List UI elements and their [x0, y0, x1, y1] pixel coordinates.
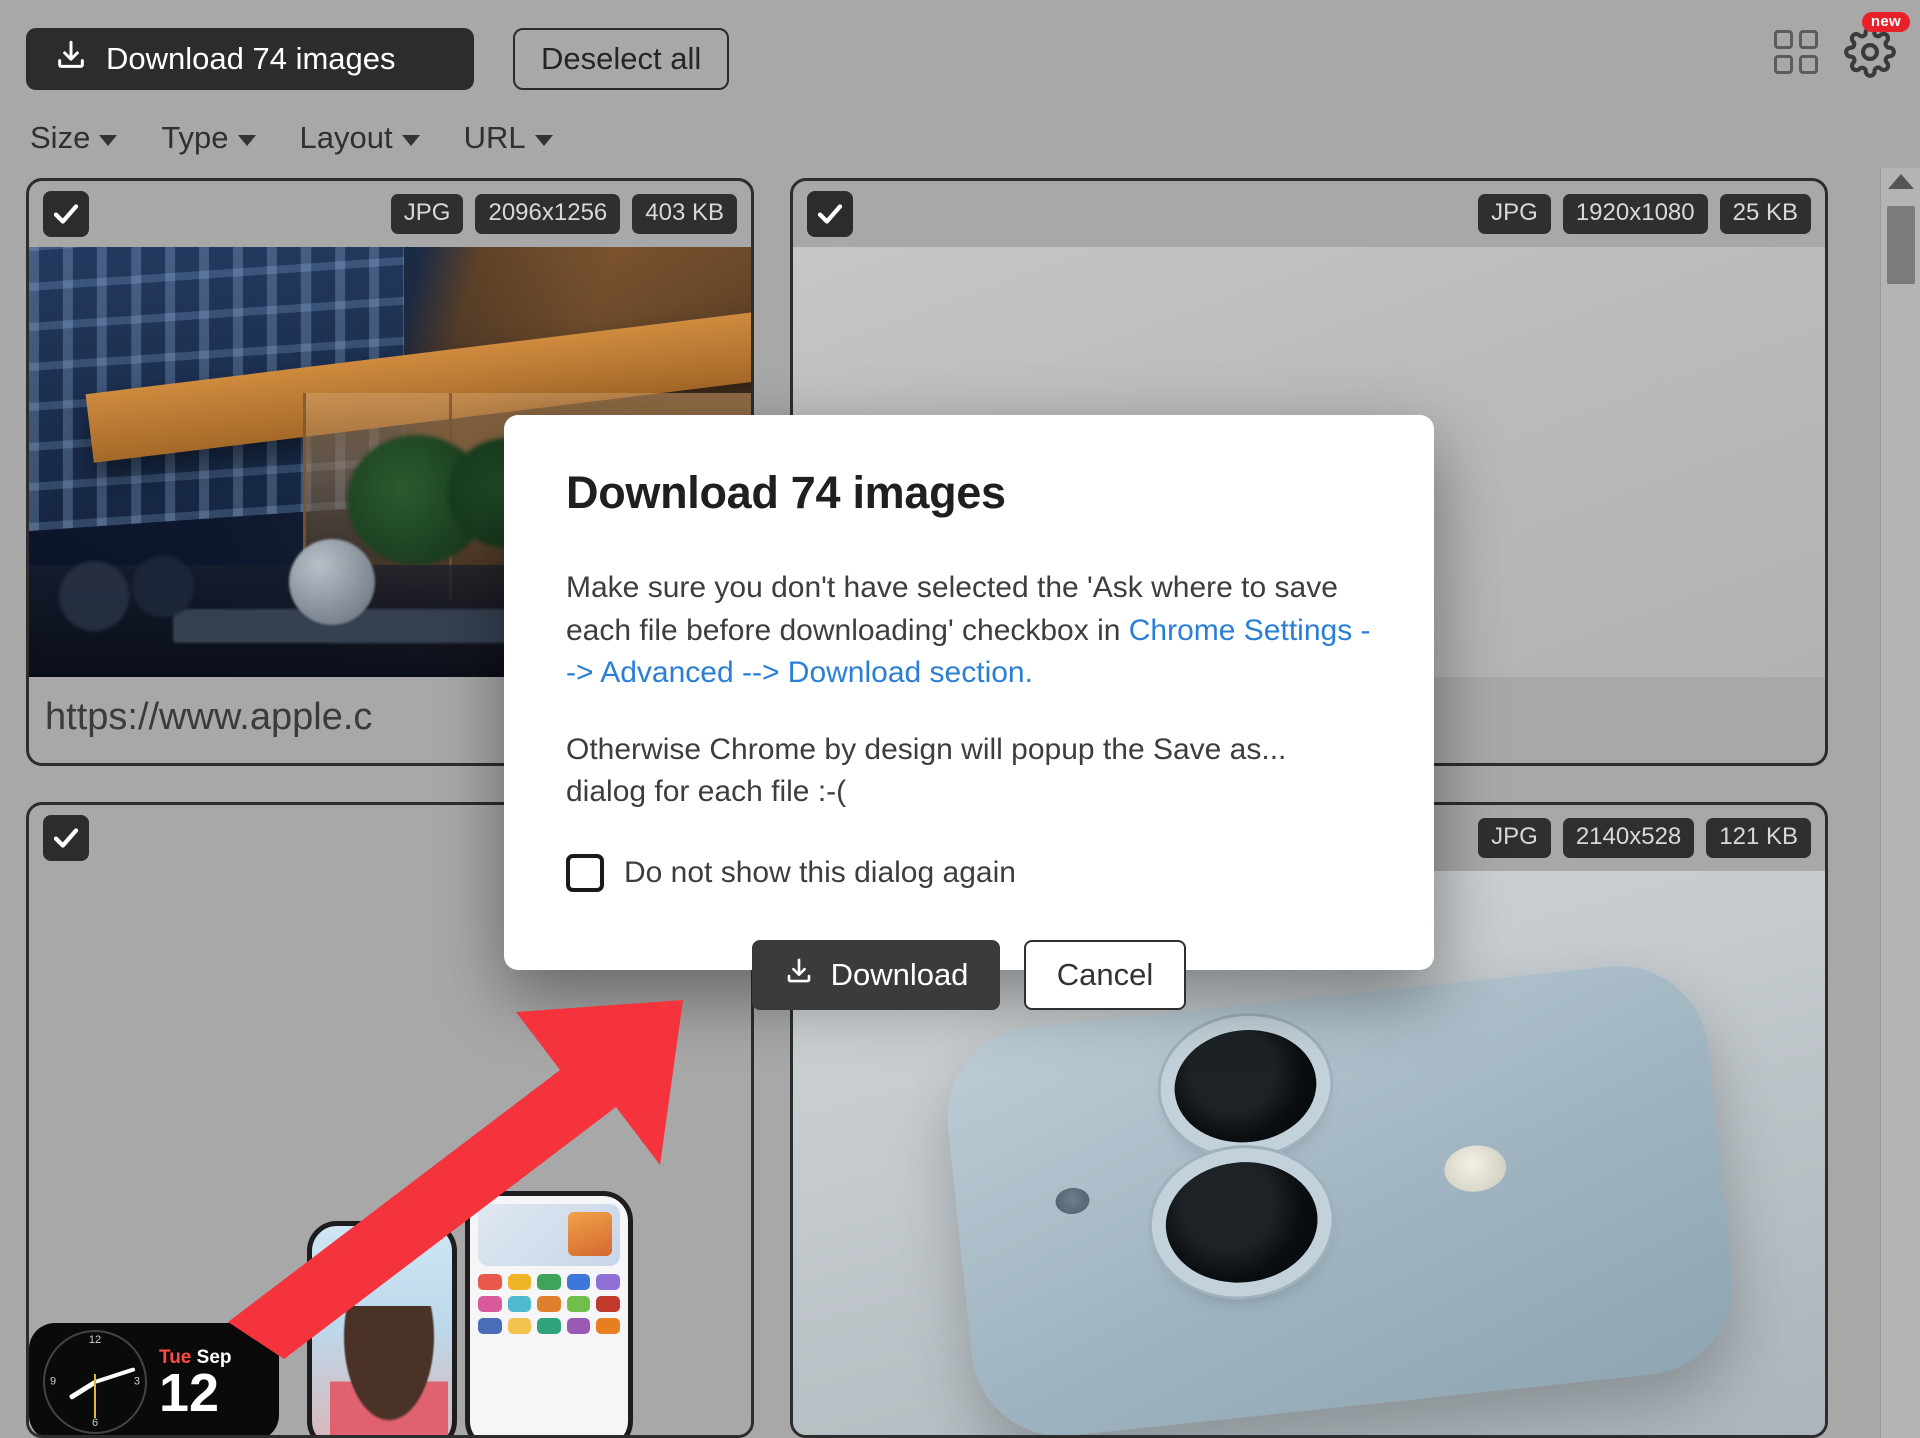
do-not-show-again-row[interactable]: Do not show this dialog again [566, 853, 1372, 892]
dialog-paragraph-2: Otherwise Chrome by design will popup th… [566, 732, 1287, 809]
new-badge: new [1861, 12, 1910, 32]
dialog-actions: Download Cancel [566, 939, 1372, 1010]
download-tray-icon [784, 956, 814, 994]
dialog-title: Download 74 images [566, 467, 1006, 518]
dialog-message: Make sure you don't have selected the 'A… [566, 567, 1372, 814]
do-not-show-again-label: Do not show this dialog again [624, 855, 1016, 889]
dialog-cancel-button[interactable]: Cancel [1024, 939, 1186, 1010]
download-confirm-dialog: Download 74 images Make sure you don't h… [504, 415, 1434, 1010]
app-root: Download 74 images Deselect all new Size… [0, 0, 1920, 1438]
do-not-show-again-checkbox[interactable] [566, 853, 604, 892]
dialog-download-label: Download [830, 956, 969, 992]
dialog-download-button[interactable]: Download [752, 939, 1000, 1010]
